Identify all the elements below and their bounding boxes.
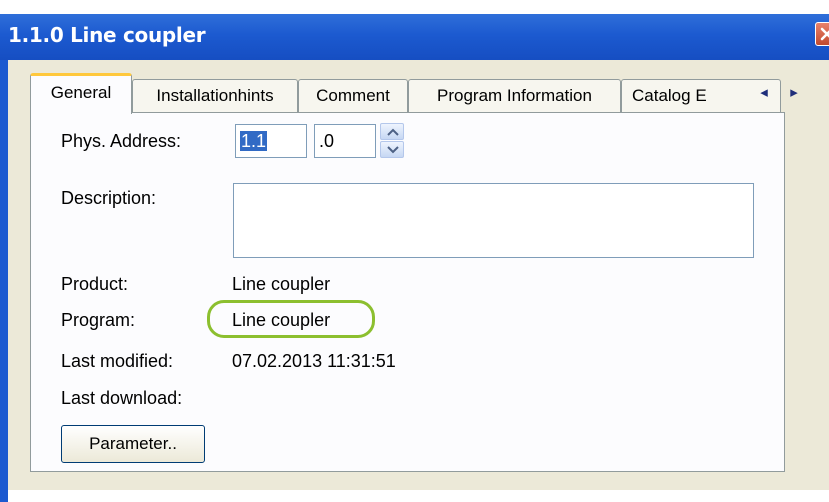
phys-address-area-value: 1.1 — [240, 131, 268, 151]
product-value: Line coupler — [232, 274, 331, 294]
product-label: Product: — [61, 274, 129, 294]
program-value: Line coupler — [232, 310, 331, 330]
phys-address-device-value: .0 — [319, 131, 335, 151]
tab-general[interactable]: General — [30, 73, 132, 114]
bottom-margin — [8, 490, 829, 502]
tab-label: Catalog E — [632, 86, 707, 105]
last-modified-label: Last modified: — [61, 351, 174, 371]
tab-installationhints[interactable]: Installationhints — [132, 79, 298, 112]
tab-label: General — [50, 83, 112, 102]
window-title: 1.1.0 Line coupler — [8, 23, 206, 47]
description-input[interactable] — [233, 183, 754, 258]
close-button[interactable] — [815, 22, 829, 46]
top-margin — [0, 0, 829, 14]
tab-program-information[interactable]: Program Information — [408, 79, 621, 112]
description-label: Description: — [61, 188, 157, 208]
tab-label: Installationhints — [156, 86, 274, 105]
address-spinner — [380, 123, 404, 159]
tab-scroll-left-icon[interactable]: ◂ — [750, 81, 778, 105]
program-label: Program: — [61, 310, 136, 330]
spin-down-button[interactable] — [380, 141, 404, 158]
tab-label: Program Information — [437, 86, 592, 105]
spin-up-button[interactable] — [380, 123, 404, 140]
tab-scroll-buttons: ◂ ▸ — [750, 81, 814, 107]
tab-comment[interactable]: Comment — [298, 79, 408, 112]
phys-address-device-input[interactable]: .0 — [314, 124, 376, 158]
chevron-down-icon — [387, 146, 399, 154]
chevron-up-icon — [387, 128, 399, 136]
phys-address-label: Phys. Address: — [61, 131, 182, 151]
phys-address-area-input[interactable]: 1.1 — [235, 124, 307, 158]
tab-label: Comment — [316, 86, 390, 105]
last-modified-value: 07.02.2013 11:31:51 — [232, 351, 396, 371]
close-icon — [820, 27, 829, 41]
last-download-label: Last download: — [61, 388, 183, 408]
parameter-button[interactable]: Parameter.. — [61, 425, 205, 463]
window-frame-left — [0, 60, 8, 502]
tab-scroll-right-icon[interactable]: ▸ — [780, 81, 808, 105]
properties-window: 1.1.0 Line coupler General Installationh… — [0, 0, 829, 502]
general-panel: Phys. Address: 1.1 .0 Description: Produ… — [30, 112, 785, 472]
title-bar[interactable]: 1.1.0 Line coupler — [0, 14, 829, 60]
